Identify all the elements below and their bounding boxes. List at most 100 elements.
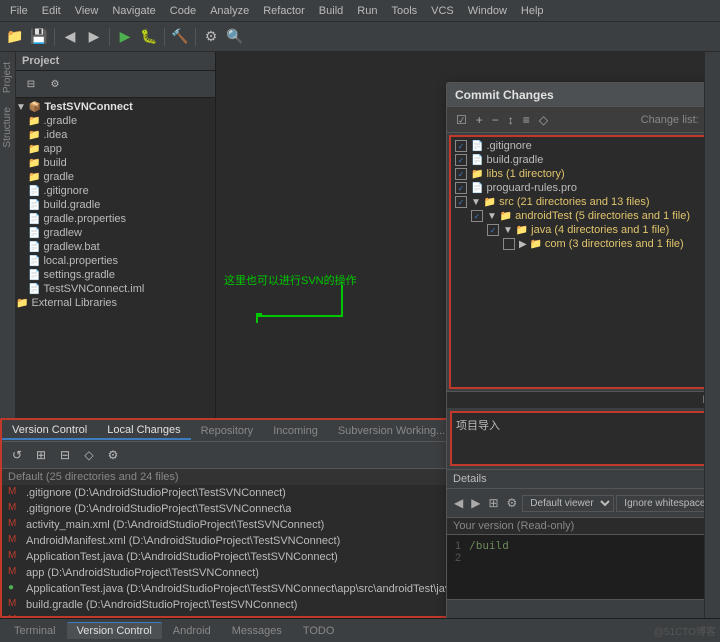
dft-src[interactable]: ✓ ▼ 📁 src (21 directories and 13 files): [451, 195, 704, 209]
project-icon: 📦: [29, 102, 41, 113]
tab-todo[interactable]: TODO: [293, 623, 345, 639]
viewer-select[interactable]: Default viewer: [522, 495, 614, 512]
dft-libs[interactable]: ✓ 📁 libs (1 directory): [451, 167, 704, 181]
sidebar-settings-btn[interactable]: ⚙: [44, 73, 66, 95]
details-prev-btn[interactable]: ◀: [451, 495, 466, 511]
sidebar-item-localprops[interactable]: 📄 local.properties: [16, 254, 215, 268]
commit-message-input[interactable]: 项目导入: [450, 411, 704, 466]
collapse-btn[interactable]: −: [489, 112, 502, 128]
menubar-run[interactable]: Run: [351, 3, 383, 19]
sidebar-item-gradleprops[interactable]: 📄 gradle.properties: [16, 212, 215, 226]
vc-item-7[interactable]: M build.gradle (D:\AndroidStudioProject\…: [2, 597, 498, 613]
toolbar-open-btn[interactable]: 📁: [4, 26, 26, 48]
toolbar-run-btn[interactable]: ▶: [114, 26, 136, 48]
vc-item-0[interactable]: M .gitignore (D:\AndroidStudioProject\Te…: [2, 485, 498, 501]
dialog-file-toolbar: ☑ + − ↕ ≡ ◇ Change list: Default: [447, 107, 704, 133]
dft-com[interactable]: ▶ 📁 com (3 directories and 1 file): [451, 237, 704, 251]
sidebar-item-settingsgradle[interactable]: 📄 settings.gradle: [16, 268, 215, 282]
sidebar-item-gitignore[interactable]: 📄 .gitignore: [16, 184, 215, 198]
dft-label: com (3 directories and 1 file): [545, 238, 684, 250]
menubar-analyze[interactable]: Analyze: [204, 3, 255, 19]
toolbar-forward-btn[interactable]: ▶: [83, 26, 105, 48]
sidebar-item-testiml[interactable]: 📄 TestSVNConnect.iml: [16, 282, 215, 296]
diff-btn[interactable]: ◇: [536, 112, 551, 128]
toolbar-debug-btn[interactable]: 🐛: [138, 26, 160, 48]
tab-messages[interactable]: Messages: [222, 623, 292, 639]
tab-terminal[interactable]: Terminal: [4, 623, 66, 639]
toolbar-search-btn[interactable]: 🔍: [224, 26, 246, 48]
details-options-btn[interactable]: ⚙: [504, 495, 521, 511]
vc-tab-local-changes[interactable]: Local Changes: [97, 422, 190, 440]
menubar-build[interactable]: Build: [313, 3, 349, 19]
dft-gitignore[interactable]: ✓ 📄 .gitignore: [451, 139, 704, 153]
side-tab-structure[interactable]: Structure: [0, 101, 15, 154]
vc-tab-incoming[interactable]: Incoming: [263, 423, 328, 439]
sidebar-item-buildgradle[interactable]: 📄 build.gradle: [16, 198, 215, 212]
vc-item-6[interactable]: ● ApplicationTest.java (D:\AndroidStudio…: [2, 581, 498, 597]
dft-buildgradle[interactable]: ✓ 📄 build.gradle: [451, 153, 704, 167]
menubar-refactor[interactable]: Refactor: [257, 3, 311, 19]
menubar-window[interactable]: Window: [462, 3, 513, 19]
menubar-help[interactable]: Help: [515, 3, 550, 19]
sidebar-item-gradlewbat[interactable]: 📄 gradlew.bat: [16, 240, 215, 254]
dft-checkbox-androidtest[interactable]: ✓: [471, 210, 483, 222]
vc-settings-btn[interactable]: ⚙: [102, 444, 124, 466]
vc-tab-repository[interactable]: Repository: [191, 423, 264, 439]
vc-item-5[interactable]: M app (D:\AndroidStudioProject\TestSVNCo…: [2, 565, 498, 581]
tab-android[interactable]: Android: [163, 623, 221, 639]
vc-collapse-btn[interactable]: ⊟: [54, 444, 76, 466]
vc-item-1[interactable]: M .gitignore (D:\AndroidStudioProject\Te…: [2, 501, 498, 517]
menubar-edit[interactable]: Edit: [36, 3, 67, 19]
vc-refresh-btn[interactable]: ↺: [6, 444, 28, 466]
dft-checkbox-src[interactable]: ✓: [455, 196, 467, 208]
dft-checkbox-java[interactable]: ✓: [487, 224, 499, 236]
menubar-vcs[interactable]: VCS: [425, 3, 460, 19]
ignore-select[interactable]: Ignore whitespaces and empty lines: [616, 495, 704, 512]
sidebar-item-app[interactable]: 📁 app: [16, 142, 215, 156]
toolbar-settings-btn[interactable]: ⚙: [200, 26, 222, 48]
sidebar-item-root[interactable]: ▼ 📦 TestSVNConnect: [16, 100, 215, 114]
sidebar-item-gradle[interactable]: 📁 .gradle: [16, 114, 215, 128]
vc-item-4[interactable]: M ApplicationTest.java (D:\AndroidStudio…: [2, 549, 498, 565]
vc-item-3[interactable]: M AndroidManifest.xml (D:\AndroidStudioP…: [2, 533, 498, 549]
toolbar-build-btn[interactable]: 🔨: [169, 26, 191, 48]
dft-checkbox-proguard[interactable]: ✓: [455, 182, 467, 194]
menubar-view[interactable]: View: [69, 3, 105, 19]
dft-label: java (4 directories and 1 file): [531, 224, 669, 236]
vc-item-2[interactable]: M activity_main.xml (D:\AndroidStudioPro…: [2, 517, 498, 533]
dft-proguard[interactable]: ✓ 📄 proguard-rules.pro: [451, 181, 704, 195]
sidebar-item-gradle-folder[interactable]: 📁 gradle: [16, 170, 215, 184]
toolbar-save-btn[interactable]: 💾: [28, 26, 50, 48]
vc-diff-btn[interactable]: ◇: [78, 444, 100, 466]
vc-item-8[interactable]: M build.gradle (D:\AndroidStudioProject\…: [2, 613, 498, 616]
filter-btn[interactable]: ≡: [520, 112, 533, 128]
sidebar-collapse-btn[interactable]: ⊟: [20, 73, 42, 95]
tab-version-control[interactable]: Version Control: [67, 622, 162, 639]
details-expand-btn[interactable]: ⊞: [485, 495, 501, 511]
dft-checkbox-buildgradle[interactable]: ✓: [455, 154, 467, 166]
dft-androidtest[interactable]: ✓ ▼ 📁 androidTest (5 directories and 1 f…: [451, 209, 704, 223]
menubar-tools[interactable]: Tools: [385, 3, 423, 19]
vc-tab-version-control[interactable]: Version Control: [2, 422, 97, 440]
modified-icon: M: [8, 598, 22, 612]
sort-btn[interactable]: ↕: [505, 112, 517, 128]
sidebar-item-extlibs[interactable]: 📁 External Libraries: [16, 296, 215, 310]
dft-checkbox-libs[interactable]: ✓: [455, 168, 467, 180]
sidebar-item-gradlew[interactable]: 📄 gradlew: [16, 226, 215, 240]
menubar-file[interactable]: File: [4, 3, 34, 19]
side-tab-project[interactable]: Project: [0, 56, 15, 99]
check-all-btn[interactable]: ☑: [453, 112, 470, 128]
file-icon: 📄: [28, 270, 40, 281]
expand-btn[interactable]: +: [473, 112, 486, 128]
menubar-code[interactable]: Code: [164, 3, 202, 19]
toolbar-back-btn[interactable]: ◀: [59, 26, 81, 48]
vc-tab-subversion[interactable]: Subversion Working...: [328, 423, 455, 439]
vc-expand-btn[interactable]: ⊞: [30, 444, 52, 466]
menubar-navigate[interactable]: Navigate: [106, 3, 161, 19]
details-next-btn[interactable]: ▶: [468, 495, 483, 511]
sidebar-item-idea[interactable]: 📁 .idea: [16, 128, 215, 142]
dft-java[interactable]: ✓ ▼ 📁 java (4 directories and 1 file): [451, 223, 704, 237]
sidebar-item-build[interactable]: 📁 build: [16, 156, 215, 170]
dft-checkbox-com[interactable]: [503, 238, 515, 250]
dft-checkbox-gitignore[interactable]: ✓: [455, 140, 467, 152]
